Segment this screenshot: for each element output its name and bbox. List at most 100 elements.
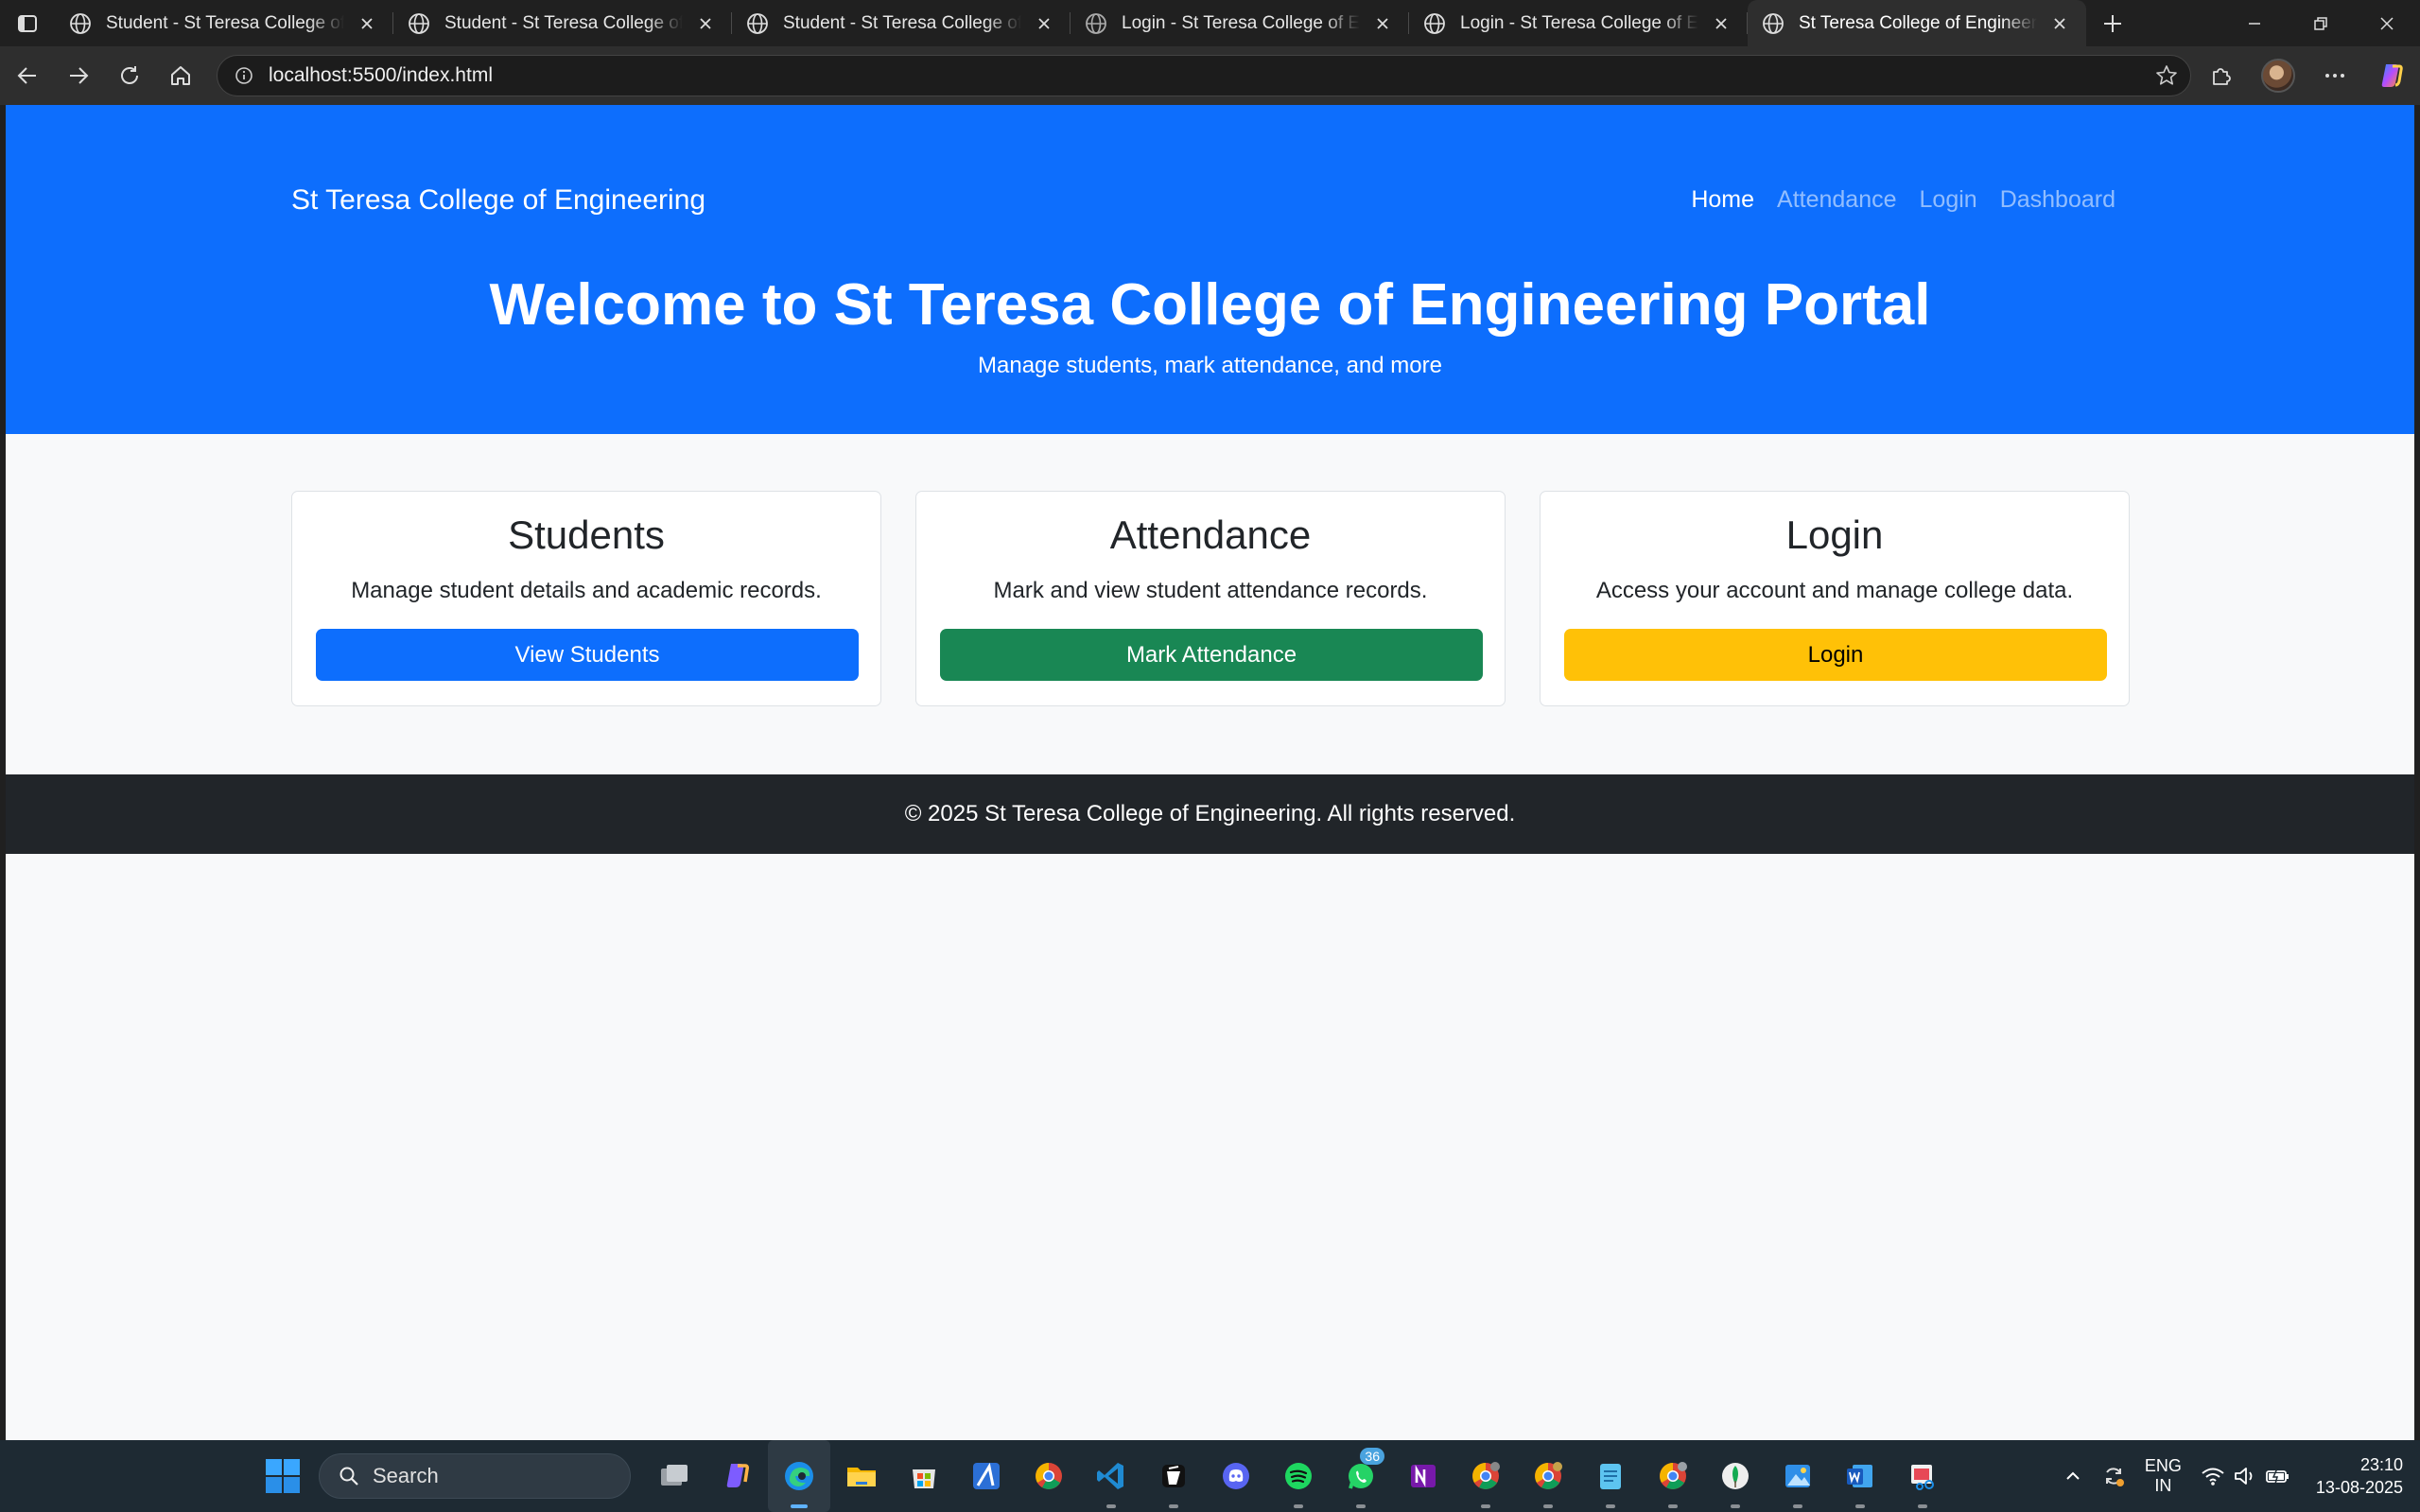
search-placeholder: Search	[373, 1464, 439, 1487]
taskbar-app[interactable]	[1517, 1440, 1579, 1512]
taskbar-app[interactable]	[1392, 1440, 1454, 1512]
clock-time: 23:10	[2359, 1455, 2403, 1474]
browser-tab[interactable]: Student - St Teresa College of Engineeri…	[393, 0, 732, 46]
spotify-icon	[1285, 1463, 1312, 1489]
close-icon	[361, 17, 373, 29]
taskbar-app[interactable]	[1454, 1440, 1517, 1512]
snipping-tool-icon	[1911, 1465, 1934, 1490]
taskbar-app[interactable]	[705, 1440, 768, 1512]
minimize-button[interactable]	[2221, 0, 2288, 46]
taskbar-app[interactable]	[643, 1440, 705, 1512]
copilot-button[interactable]	[2363, 46, 2420, 105]
close-icon	[2380, 16, 2394, 30]
input-language-indicator[interactable]: ENG IN	[2135, 1440, 2191, 1512]
close-icon	[700, 17, 711, 29]
mark-attendance-button[interactable]: Mark Attendance	[940, 629, 1483, 681]
taskbar-app[interactable]	[1767, 1440, 1829, 1512]
edge-icon	[785, 1462, 813, 1490]
mongodb-icon	[1722, 1463, 1749, 1489]
back-button[interactable]	[2, 50, 53, 101]
chrome-icon	[1472, 1462, 1500, 1489]
search-icon	[339, 1467, 358, 1486]
more-horizontal-icon	[2325, 74, 2344, 78]
favorite-star-icon[interactable]	[2154, 63, 2179, 88]
tab-bar: Student - St Teresa College of Engineeri…	[0, 0, 2420, 46]
page-title: Welcome to St Teresa College of Engineer…	[489, 272, 1931, 338]
browser-tab[interactable]: Login - St Teresa College of Engineering	[1071, 0, 1409, 46]
refresh-button[interactable]	[104, 50, 155, 101]
design-app-icon	[973, 1462, 1000, 1489]
close-window-button[interactable]	[2354, 0, 2420, 46]
site-info-button[interactable]	[223, 65, 265, 86]
sync-status-button[interactable]	[2092, 1440, 2135, 1512]
windows-start-icon[interactable]	[265, 1458, 301, 1494]
taskbar-app[interactable]	[955, 1440, 1018, 1512]
browser-tab[interactable]: Student - St Teresa College of Engineeri…	[732, 0, 1071, 46]
profile-button[interactable]	[2250, 46, 2307, 105]
chrome-icon	[1660, 1462, 1687, 1489]
taskbar-app[interactable]	[1205, 1440, 1267, 1512]
globe-icon	[70, 12, 91, 34]
onenote-icon	[1411, 1465, 1436, 1487]
navbar-brand[interactable]: St Teresa College of Engineering	[291, 184, 705, 217]
taskbar-app[interactable]	[1579, 1440, 1642, 1512]
running-indicator	[1606, 1504, 1615, 1508]
close-icon	[1377, 17, 1388, 29]
taskbar-app[interactable]	[1080, 1440, 1142, 1512]
copilot-icon	[726, 1464, 749, 1487]
clock[interactable]: 23:10 13-08-2025	[2301, 1440, 2420, 1512]
taskbar-app[interactable]	[893, 1440, 955, 1512]
globe-icon	[1763, 12, 1784, 34]
students-card: Students Manage student details and acad…	[291, 491, 881, 706]
taskbar-app-active[interactable]	[768, 1440, 830, 1512]
address-bar[interactable]: localhost:5500/index.html	[217, 55, 2191, 96]
nav-link-attendance[interactable]: Attendance	[1777, 186, 1897, 214]
tab-title: Student - St Teresa College of Engineeri…	[444, 12, 683, 33]
arrow-left-icon	[17, 67, 36, 84]
taskbar-app[interactable]	[1829, 1440, 1891, 1512]
taskbar-app[interactable]	[1642, 1440, 1704, 1512]
browser-tab-active[interactable]: St Teresa College of Engineering Portal	[1748, 0, 2086, 46]
tab-close-button[interactable]	[2046, 10, 2073, 37]
nav-link-login[interactable]: Login	[1920, 186, 1977, 214]
taskbar-app[interactable]	[1142, 1440, 1205, 1512]
show-hidden-icons-button[interactable]	[2054, 1440, 2092, 1512]
restore-button[interactable]	[2288, 0, 2354, 46]
tab-actions-menu-button[interactable]	[0, 0, 55, 46]
notepad-icon	[1600, 1464, 1621, 1489]
nav-link-home[interactable]: Home	[1691, 186, 1754, 214]
view-students-button[interactable]: View Students	[316, 629, 859, 681]
tab-close-button[interactable]	[1369, 10, 1396, 37]
tab-actions-icon	[18, 14, 37, 32]
taskbar-app[interactable]	[1891, 1440, 1954, 1512]
running-indicator	[1668, 1504, 1678, 1508]
nav-link-dashboard[interactable]: Dashboard	[2000, 186, 2115, 214]
forward-button[interactable]	[53, 50, 104, 101]
extensions-button[interactable]	[2193, 46, 2250, 105]
tab-title: Login - St Teresa College of Engineering	[1460, 12, 1698, 33]
tab-title: St Teresa College of Engineering Portal	[1799, 12, 2037, 33]
url-text[interactable]: localhost:5500/index.html	[269, 64, 493, 87]
taskbar-search[interactable]: Search	[319, 1453, 631, 1499]
taskbar-app[interactable]	[830, 1440, 893, 1512]
globe-icon	[747, 12, 768, 34]
running-indicator	[1294, 1504, 1303, 1508]
quick-settings-button[interactable]	[2191, 1440, 2301, 1512]
settings-more-button[interactable]	[2307, 46, 2363, 105]
new-tab-button[interactable]	[2086, 0, 2139, 46]
taskbar-app[interactable]	[1018, 1440, 1080, 1512]
running-indicator	[1543, 1504, 1553, 1508]
home-icon	[171, 66, 190, 85]
tab-close-button[interactable]	[1031, 10, 1057, 37]
tab-close-button[interactable]	[692, 10, 719, 37]
browser-tab[interactable]: Student - St Teresa College of Engineeri…	[55, 0, 393, 46]
browser-tab[interactable]: Login - St Teresa College of Engineering	[1409, 0, 1748, 46]
home-button[interactable]	[155, 50, 206, 101]
taskbar-app[interactable]: 36	[1330, 1440, 1392, 1512]
tab-close-button[interactable]	[1708, 10, 1734, 37]
taskbar-app[interactable]	[1267, 1440, 1330, 1512]
login-button[interactable]: Login	[1564, 629, 2107, 681]
taskbar-app[interactable]	[1704, 1440, 1767, 1512]
tab-close-button[interactable]	[354, 10, 380, 37]
minimize-icon	[2249, 22, 2260, 25]
